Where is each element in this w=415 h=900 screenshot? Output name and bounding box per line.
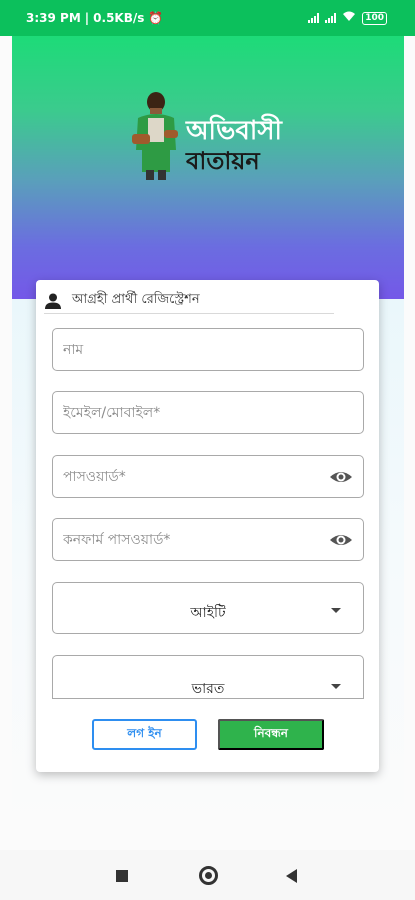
- registration-card: আগ্রহী প্রার্থী রেজিস্ট্রেশন আইটি ভারত ল…: [36, 280, 379, 772]
- password-input[interactable]: [63, 468, 329, 485]
- confirm-password-input[interactable]: [63, 531, 329, 548]
- email-mobile-input[interactable]: [63, 404, 353, 421]
- status-time: 3:39 PM: [26, 11, 81, 25]
- country-selected-value: ভারত: [191, 681, 225, 697]
- login-button[interactable]: লগ ইন: [92, 719, 197, 750]
- register-button[interactable]: নিবন্ধন: [218, 719, 324, 750]
- recent-apps-icon[interactable]: [116, 870, 128, 882]
- name-field[interactable]: [52, 328, 364, 371]
- header-banner: অভিবাসী বাতায়ন: [12, 36, 404, 299]
- status-bar: 3:39 PM | 0.5KB/s ⏰ 100: [0, 0, 415, 36]
- eye-icon-confirm[interactable]: [329, 528, 353, 552]
- network-speed: 0.5KB/s: [93, 11, 145, 25]
- email-field[interactable]: [52, 391, 364, 434]
- eye-icon[interactable]: [329, 465, 353, 489]
- wifi-icon: [342, 11, 356, 25]
- category-select[interactable]: আইটি: [52, 582, 364, 634]
- signal-icon-2: [325, 13, 337, 23]
- logo-title-line1: অভিবাসী: [186, 116, 282, 146]
- signal-icon: [308, 13, 320, 23]
- category-selected-value: আইটি: [190, 605, 226, 621]
- chevron-down-icon-country: [331, 684, 341, 689]
- country-select[interactable]: ভারত: [52, 655, 364, 699]
- migrant-worker-icon: [132, 92, 178, 180]
- confirm-password-field[interactable]: [52, 518, 364, 561]
- form-title: আগ্রহী প্রার্থী রেজিস্ট্রেশন: [72, 292, 200, 307]
- name-input[interactable]: [63, 341, 353, 358]
- alarm-icon: ⏰: [148, 11, 164, 25]
- password-field[interactable]: [52, 455, 364, 498]
- logo-title-line2: বাতায়ন: [186, 147, 260, 175]
- home-icon[interactable]: [199, 866, 218, 885]
- chevron-down-icon: [331, 608, 341, 613]
- battery-icon: 100: [362, 11, 387, 25]
- user-icon: [45, 293, 61, 309]
- navigation-bar: [0, 850, 415, 900]
- card-header: আগ্রহী প্রার্থী রেজিস্ট্রেশন: [44, 292, 334, 314]
- back-icon[interactable]: [286, 869, 297, 883]
- app-logo: অভিবাসী বাতায়ন: [126, 90, 296, 230]
